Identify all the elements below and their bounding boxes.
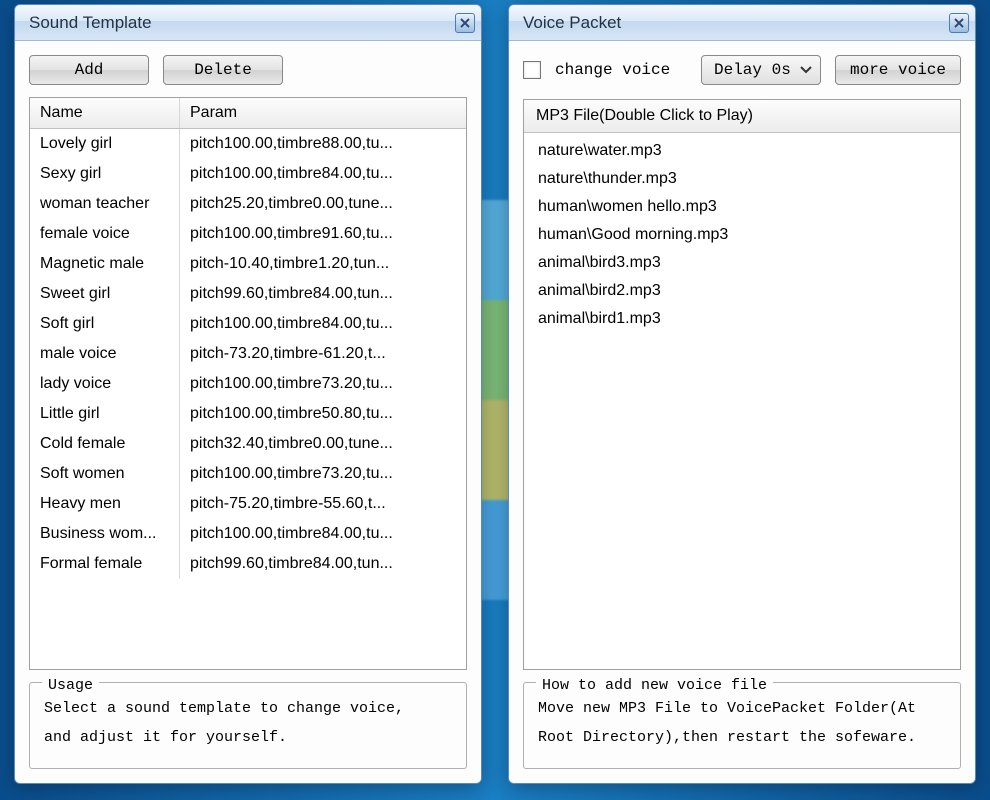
window-body: Add Delete Name Param Lovely girlpitch10…	[15, 41, 481, 783]
cell-param: pitch-10.40,timbre1.20,tun...	[180, 249, 466, 279]
table-row[interactable]: Cold femalepitch32.40,timbre0.00,tune...	[30, 429, 466, 459]
list-item[interactable]: animal\bird1.mp3	[524, 305, 960, 333]
more-voice-button[interactable]: more voice	[835, 55, 961, 85]
cell-name: Sweet girl	[30, 279, 180, 309]
cell-param: pitch100.00,timbre73.20,tu...	[180, 459, 466, 489]
cell-param: pitch100.00,timbre84.00,tu...	[180, 309, 466, 339]
list-item[interactable]: nature\water.mp3	[524, 137, 960, 165]
table-row[interactable]: female voicepitch100.00,timbre91.60,tu..…	[30, 219, 466, 249]
table-row[interactable]: Magnetic malepitch-10.40,timbre1.20,tun.…	[30, 249, 466, 279]
usage-text-1: Select a sound template to change voice,	[44, 695, 452, 724]
cell-param: pitch100.00,timbre84.00,tu...	[180, 159, 466, 189]
cell-name: woman teacher	[30, 189, 180, 219]
table-row[interactable]: Soft womenpitch100.00,timbre73.20,tu...	[30, 459, 466, 489]
cell-name: Soft women	[30, 459, 180, 489]
close-icon	[954, 18, 964, 28]
list-body: nature\water.mp3nature\thunder.mp3human\…	[524, 133, 960, 669]
table-row[interactable]: lady voicepitch100.00,timbre73.20,tu...	[30, 369, 466, 399]
table-row[interactable]: Lovely girlpitch100.00,timbre88.00,tu...	[30, 129, 466, 159]
cell-name: Business wom...	[30, 519, 180, 549]
list-item[interactable]: nature\thunder.mp3	[524, 165, 960, 193]
usage-text-2: and adjust it for yourself.	[44, 724, 452, 753]
close-button[interactable]	[455, 13, 475, 33]
titlebar[interactable]: Voice Packet	[509, 5, 975, 41]
help-text-2: Root Directory),then restart the sofewar…	[538, 724, 946, 753]
top-controls: change voice Delay 0s more voice	[523, 55, 961, 85]
window-title: Voice Packet	[523, 13, 621, 33]
chevron-down-icon	[800, 66, 812, 74]
mp3-listbox: MP3 File(Double Click to Play) nature\wa…	[523, 99, 961, 670]
add-button[interactable]: Add	[29, 55, 149, 85]
window-title: Sound Template	[29, 13, 152, 33]
cell-name: Lovely girl	[30, 129, 180, 159]
cell-param: pitch100.00,timbre91.60,tu...	[180, 219, 466, 249]
cell-name: male voice	[30, 339, 180, 369]
list-item[interactable]: animal\bird3.mp3	[524, 249, 960, 277]
list-item[interactable]: human\Good morning.mp3	[524, 221, 960, 249]
column-name[interactable]: Name	[30, 98, 180, 128]
change-voice-checkbox[interactable]	[523, 61, 541, 79]
cell-param: pitch-75.20,timbre-55.60,t...	[180, 489, 466, 519]
cell-param: pitch100.00,timbre73.20,tu...	[180, 369, 466, 399]
table-row[interactable]: Sexy girlpitch100.00,timbre84.00,tu...	[30, 159, 466, 189]
table-row[interactable]: male voicepitch-73.20,timbre-61.20,t...	[30, 339, 466, 369]
window-body: change voice Delay 0s more voice MP3 Fil…	[509, 41, 975, 783]
list-header[interactable]: MP3 File(Double Click to Play)	[524, 100, 960, 133]
usage-legend: Usage	[42, 672, 99, 701]
cell-param: pitch99.60,timbre84.00,tun...	[180, 279, 466, 309]
close-icon	[460, 18, 470, 28]
cell-param: pitch32.40,timbre0.00,tune...	[180, 429, 466, 459]
voice-packet-window: Voice Packet change voice Delay 0s more …	[508, 4, 976, 784]
cell-param: pitch100.00,timbre88.00,tu...	[180, 129, 466, 159]
cell-name: Formal female	[30, 549, 180, 579]
delay-value: Delay 0s	[714, 61, 791, 79]
cell-param: pitch100.00,timbre50.80,tu...	[180, 399, 466, 429]
sound-template-window: Sound Template Add Delete Name Param Lov…	[14, 4, 482, 784]
usage-box: Usage Select a sound template to change …	[29, 682, 467, 769]
cell-param: pitch-73.20,timbre-61.20,t...	[180, 339, 466, 369]
cell-name: Cold female	[30, 429, 180, 459]
table-body: Lovely girlpitch100.00,timbre88.00,tu...…	[30, 129, 466, 669]
close-button[interactable]	[949, 13, 969, 33]
cell-name: Magnetic male	[30, 249, 180, 279]
cell-name: Sexy girl	[30, 159, 180, 189]
cell-param: pitch100.00,timbre84.00,tu...	[180, 519, 466, 549]
table-row[interactable]: Soft girlpitch100.00,timbre84.00,tu...	[30, 309, 466, 339]
change-voice-label: change voice	[555, 61, 670, 79]
delay-dropdown[interactable]: Delay 0s	[701, 55, 821, 85]
help-box: How to add new voice file Move new MP3 F…	[523, 682, 961, 769]
cell-name: female voice	[30, 219, 180, 249]
delete-button[interactable]: Delete	[163, 55, 283, 85]
table-row[interactable]: Formal femalepitch99.60,timbre84.00,tun.…	[30, 549, 466, 579]
cell-name: Heavy men	[30, 489, 180, 519]
titlebar[interactable]: Sound Template	[15, 5, 481, 41]
cell-param: pitch99.60,timbre84.00,tun...	[180, 549, 466, 579]
cell-name: lady voice	[30, 369, 180, 399]
table-header: Name Param	[30, 98, 466, 129]
desktop-background-accent	[480, 200, 510, 600]
list-item[interactable]: animal\bird2.mp3	[524, 277, 960, 305]
table-row[interactable]: Little girlpitch100.00,timbre50.80,tu...	[30, 399, 466, 429]
table-row[interactable]: Business wom...pitch100.00,timbre84.00,t…	[30, 519, 466, 549]
table-row[interactable]: Sweet girlpitch99.60,timbre84.00,tun...	[30, 279, 466, 309]
cell-param: pitch25.20,timbre0.00,tune...	[180, 189, 466, 219]
table-row[interactable]: woman teacherpitch25.20,timbre0.00,tune.…	[30, 189, 466, 219]
template-table: Name Param Lovely girlpitch100.00,timbre…	[29, 97, 467, 670]
toolbar: Add Delete	[29, 55, 467, 85]
list-item[interactable]: human\women hello.mp3	[524, 193, 960, 221]
cell-name: Soft girl	[30, 309, 180, 339]
help-legend: How to add new voice file	[536, 672, 773, 701]
table-row[interactable]: Heavy menpitch-75.20,timbre-55.60,t...	[30, 489, 466, 519]
column-param[interactable]: Param	[180, 98, 466, 128]
cell-name: Little girl	[30, 399, 180, 429]
